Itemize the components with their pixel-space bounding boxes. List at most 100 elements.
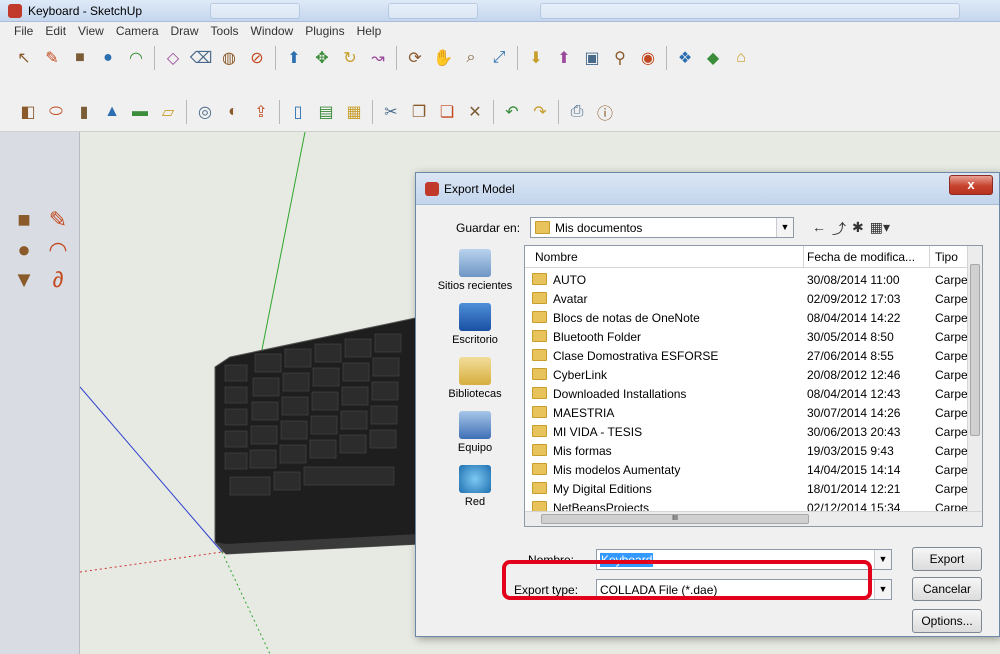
add-location-icon[interactable]: ⚲ bbox=[608, 46, 632, 70]
arc-icon[interactable]: ◠ bbox=[44, 237, 72, 263]
info-icon[interactable]: ⓘ bbox=[593, 100, 617, 124]
menu-edit[interactable]: Edit bbox=[39, 22, 72, 40]
select-arrow-icon[interactable]: ↖ bbox=[12, 46, 36, 70]
share-model-icon[interactable]: ⬆ bbox=[552, 46, 576, 70]
top-view-icon[interactable]: ⬭ bbox=[44, 100, 68, 124]
section-plane-icon[interactable]: ◐ bbox=[221, 100, 245, 124]
menu-plugins[interactable]: Plugins bbox=[299, 22, 350, 40]
google-earth-icon[interactable]: ◉ bbox=[636, 46, 660, 70]
export-icon[interactable]: ⇪ bbox=[249, 100, 273, 124]
follow-me-icon[interactable]: ↝ bbox=[366, 46, 390, 70]
place-network[interactable]: Red bbox=[426, 465, 524, 508]
export-button[interactable]: Export bbox=[912, 547, 982, 571]
cancel-button[interactable]: Cancelar bbox=[912, 577, 982, 601]
scroll-thumb[interactable]: III bbox=[541, 514, 809, 524]
background-window-tab[interactable] bbox=[540, 3, 960, 19]
file-row[interactable]: Clase Domostrativa ESFORSE 27/06/2014 8:5… bbox=[525, 346, 971, 365]
file-list[interactable]: Nombre Fecha de modifica... Tipo AUTO 30/… bbox=[524, 245, 983, 527]
background-window-tab[interactable] bbox=[210, 3, 300, 19]
close-button[interactable]: x bbox=[949, 175, 993, 195]
menu-tools[interactable]: Tools bbox=[205, 22, 245, 40]
menu-camera[interactable]: Camera bbox=[110, 22, 165, 40]
bottom-view-icon[interactable]: ◎ bbox=[193, 100, 217, 124]
column-type[interactable]: Tipo bbox=[935, 250, 958, 264]
left-view-icon[interactable]: ▱ bbox=[156, 100, 180, 124]
zoom-extents-icon[interactable]: ⤢ bbox=[487, 46, 511, 70]
freehand-icon[interactable]: ∂ bbox=[44, 267, 72, 293]
column-date[interactable]: Fecha de modifica... bbox=[807, 250, 915, 264]
paint-bucket-icon[interactable]: ◍ bbox=[217, 46, 241, 70]
place-computer[interactable]: Equipo bbox=[426, 411, 524, 454]
redo-icon[interactable]: ↷ bbox=[528, 100, 552, 124]
orbit-icon[interactable]: ⟳ bbox=[403, 46, 427, 70]
file-row[interactable]: CyberLink 20/08/2012 12:46 Carpet bbox=[525, 365, 971, 384]
undo-icon[interactable]: ↶ bbox=[500, 100, 524, 124]
cut-icon[interactable]: ✂ bbox=[379, 100, 403, 124]
copy-icon[interactable]: ❐ bbox=[407, 100, 431, 124]
pan-icon[interactable]: ✋ bbox=[431, 46, 455, 70]
chevron-down-icon[interactable]: ▼ bbox=[874, 580, 891, 599]
back-view-icon[interactable]: ▬ bbox=[128, 100, 152, 124]
push-pull-icon[interactable]: ⬆ bbox=[282, 46, 306, 70]
pencil-line-icon[interactable]: ✎ bbox=[40, 46, 64, 70]
chevron-down-icon[interactable]: ▼ bbox=[776, 218, 793, 237]
front-view-icon[interactable]: ▮ bbox=[72, 100, 96, 124]
back-arrow-icon[interactable]: ← bbox=[812, 219, 826, 239]
menu-view[interactable]: View bbox=[72, 22, 110, 40]
print-icon[interactable]: ⎙ bbox=[565, 100, 589, 124]
warehouse-icon[interactable]: ⌂ bbox=[729, 46, 753, 70]
get-models-icon[interactable]: ⬇ bbox=[524, 46, 548, 70]
background-window-tab[interactable] bbox=[388, 3, 478, 19]
paste-icon[interactable]: ❏ bbox=[435, 100, 459, 124]
materials-icon[interactable]: ◆ bbox=[701, 46, 725, 70]
pencil-icon[interactable]: ✎ bbox=[44, 207, 72, 233]
tape-measure-icon[interactable]: ⊘ bbox=[245, 46, 269, 70]
place-libraries[interactable]: Bibliotecas bbox=[426, 357, 524, 400]
file-row[interactable]: Avatar 02/09/2012 17:03 Carpet bbox=[525, 289, 971, 308]
file-row[interactable]: AUTO 30/08/2014 11:00 Carpet bbox=[525, 270, 971, 289]
rectangle-icon[interactable]: ■ bbox=[68, 46, 92, 70]
file-row[interactable]: Mis modelos Aumentaty 14/04/2015 14:14 Car… bbox=[525, 460, 971, 479]
circle-icon[interactable]: ● bbox=[10, 237, 38, 263]
scroll-thumb[interactable] bbox=[970, 264, 980, 436]
eraser-icon[interactable]: ⌫ bbox=[189, 46, 213, 70]
new-folder-icon[interactable]: ✱ bbox=[852, 219, 864, 239]
file-row[interactable]: MAESTRIA 30/07/2014 14:26 Carpet bbox=[525, 403, 971, 422]
file-row[interactable]: Mis formas 19/03/2015 9:43 Carpet bbox=[525, 441, 971, 460]
arc-icon[interactable]: ◠ bbox=[124, 46, 148, 70]
options-button[interactable]: Options... bbox=[912, 609, 982, 633]
open-file-icon[interactable]: ▤ bbox=[314, 100, 338, 124]
place-desktop[interactable]: Escritorio bbox=[426, 303, 524, 346]
new-file-icon[interactable]: ▯ bbox=[286, 100, 310, 124]
vertical-scrollbar[interactable] bbox=[967, 246, 982, 512]
right-view-icon[interactable]: ▲ bbox=[100, 100, 124, 124]
save-in-dropdown[interactable]: Mis documentos ▼ bbox=[530, 217, 794, 238]
file-row[interactable]: Blocs de notas de OneNote 08/04/2014 14:2… bbox=[525, 308, 971, 327]
chevron-down-icon[interactable]: ▼ bbox=[874, 550, 891, 569]
photo-textures-icon[interactable]: ▣ bbox=[580, 46, 604, 70]
file-row[interactable]: My Digital Editions 18/01/2014 12:21 Carpe… bbox=[525, 479, 971, 498]
horizontal-scrollbar[interactable]: III bbox=[525, 511, 982, 526]
file-row[interactable]: MI VIDA - TESIS 30/06/2013 20:43 Carpet bbox=[525, 422, 971, 441]
file-row[interactable]: Downloaded Installations 08/04/2014 12:43… bbox=[525, 384, 971, 403]
up-folder-icon[interactable]: ⤴ bbox=[832, 219, 846, 239]
move-icon[interactable]: ✥ bbox=[310, 46, 334, 70]
make-component-icon[interactable]: ◇ bbox=[161, 46, 185, 70]
delete-icon[interactable]: ✕ bbox=[463, 100, 487, 124]
rotate-icon[interactable]: ↻ bbox=[338, 46, 362, 70]
rectangle-icon[interactable]: ■ bbox=[10, 207, 38, 233]
menu-help[interactable]: Help bbox=[351, 22, 388, 40]
polygon-icon[interactable]: ▼ bbox=[10, 267, 38, 293]
place-recent[interactable]: Sitios recientes bbox=[426, 249, 524, 292]
file-row[interactable]: Bluetooth Folder 30/05/2014 8:50 Carpet bbox=[525, 327, 971, 346]
components-icon[interactable]: ❖ bbox=[673, 46, 697, 70]
zoom-icon[interactable]: ⌕ bbox=[459, 46, 483, 70]
iso-view-icon[interactable]: ◧ bbox=[16, 100, 40, 124]
view-menu-icon[interactable]: ▦▾ bbox=[870, 219, 890, 239]
menu-draw[interactable]: Draw bbox=[165, 22, 205, 40]
menu-window[interactable]: Window bbox=[245, 22, 300, 40]
column-name[interactable]: Nombre bbox=[535, 250, 578, 264]
menu-file[interactable]: File bbox=[8, 22, 39, 40]
circle-icon[interactable]: ● bbox=[96, 46, 120, 70]
save-file-icon[interactable]: ▦ bbox=[342, 100, 366, 124]
